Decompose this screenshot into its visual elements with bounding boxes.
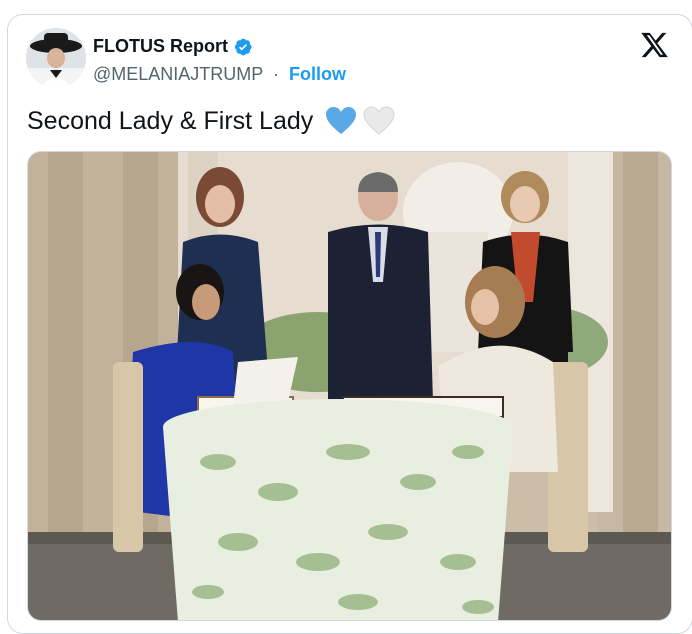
tweet-photo[interactable] [27, 151, 672, 621]
white-heart-icon [363, 106, 395, 136]
blue-heart-icon [325, 106, 357, 136]
display-name[interactable]: FLOTUS Report [93, 36, 228, 57]
avatar[interactable] [26, 28, 86, 88]
separator: · [272, 64, 279, 84]
avatar-image [26, 28, 86, 88]
tweet-text: Second Lady & First Lady [27, 106, 314, 135]
verified-badge-icon [233, 37, 253, 57]
x-logo-icon[interactable] [640, 30, 670, 60]
tweet-text-row: Second Lady & First Lady [27, 106, 395, 136]
follow-button[interactable]: Follow [289, 64, 346, 84]
author-name-row: FLOTUS Report [93, 36, 253, 57]
handle-row: @MELANIAJTRUMP · Follow [93, 64, 346, 85]
photo-illustration [28, 152, 671, 620]
handle[interactable]: @MELANIAJTRUMP [93, 64, 263, 84]
